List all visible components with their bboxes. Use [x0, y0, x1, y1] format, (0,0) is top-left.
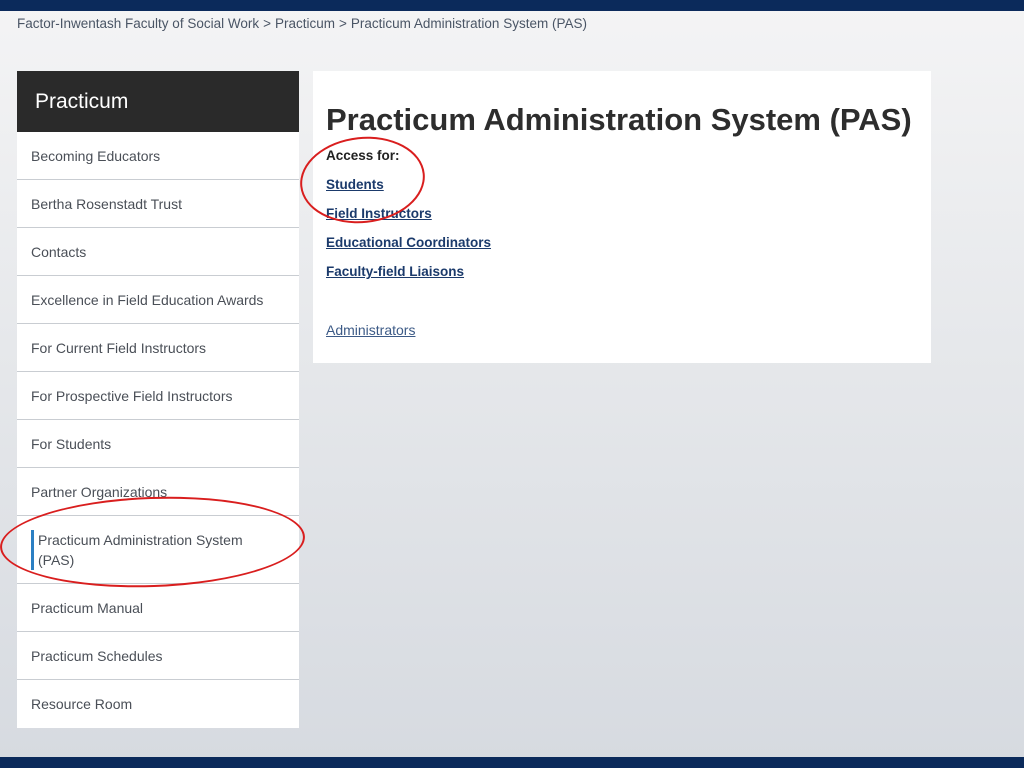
educational-coordinators-link[interactable]: Educational Coordinators [326, 235, 491, 251]
sidebar-item-pas-active[interactable]: Practicum Administration System (PAS) [17, 516, 299, 584]
sidebar-item-bertha-rosenstadt-trust[interactable]: Bertha Rosenstadt Trust [17, 180, 299, 228]
sidebar-item-label: Practicum Schedules [31, 647, 163, 664]
page-title: Practicum Administration System (PAS) [326, 102, 912, 137]
sidebar-item-practicum-manual[interactable]: Practicum Manual [17, 584, 299, 632]
sidebar-item-current-field-instructors[interactable]: For Current Field Instructors [17, 324, 299, 372]
breadcrumb-separator: > [263, 16, 271, 31]
sidebar-item-label: Excellence in Field Education Awards [31, 291, 264, 308]
sidebar-item-partner-organizations[interactable]: Partner Organizations [17, 468, 299, 516]
sidebar-title: Practicum [17, 71, 299, 132]
breadcrumb-item-practicum[interactable]: Practicum [275, 16, 335, 31]
sidebar-item-excellence-awards[interactable]: Excellence in Field Education Awards [17, 276, 299, 324]
sidebar-item-becoming-educators[interactable]: Becoming Educators [17, 132, 299, 180]
breadcrumb-separator: > [339, 16, 347, 31]
sidebar-item-label: Becoming Educators [31, 147, 161, 164]
bottom-bar [0, 757, 1024, 768]
breadcrumb-item-faculty[interactable]: Factor-Inwentash Faculty of Social Work [17, 16, 259, 31]
sidebar-item-label: Contacts [31, 243, 87, 260]
sidebar-item-for-students[interactable]: For Students [17, 420, 299, 468]
sidebar-item-label: Resource Room [31, 696, 133, 712]
field-instructors-link[interactable]: Field Instructors [326, 206, 432, 222]
sidebar-item-label: Practicum Manual [31, 599, 144, 616]
sidebar-item-label: Practicum Administration System (PAS) [31, 529, 268, 570]
breadcrumb-item-current: Practicum Administration System (PAS) [350, 16, 587, 31]
faculty-field-liaisons-link[interactable]: Faculty-field Liaisons [326, 264, 464, 280]
breadcrumb: Factor-Inwentash Faculty of Social Work >… [17, 16, 587, 34]
students-link[interactable]: Students [326, 177, 384, 193]
administrators-link[interactable]: Administrators [326, 322, 415, 338]
sidebar-item-label: For Students [31, 435, 112, 452]
sidebar-item-practicum-schedules[interactable]: Practicum Schedules [17, 632, 299, 680]
access-label: Access for: [326, 148, 400, 163]
sidebar-item-prospective-field-instructors[interactable]: For Prospective Field Instructors [17, 372, 299, 420]
sidebar-item-label: Partner Organizations [31, 483, 168, 500]
main-content: Practicum Administration System (PAS) Ac… [313, 71, 931, 363]
top-bar [0, 0, 1024, 11]
sidebar-item-resource-room[interactable]: Resource Room [17, 680, 299, 728]
sidebar-item-label: For Prospective Field Instructors [31, 387, 233, 404]
sidebar-item-label: Bertha Rosenstadt Trust [31, 195, 182, 212]
sidebar-nav: Practicum Becoming Educators Bertha Rose… [17, 71, 299, 728]
sidebar-item-contacts[interactable]: Contacts [17, 228, 299, 276]
sidebar-item-label: For Current Field Instructors [31, 339, 207, 356]
